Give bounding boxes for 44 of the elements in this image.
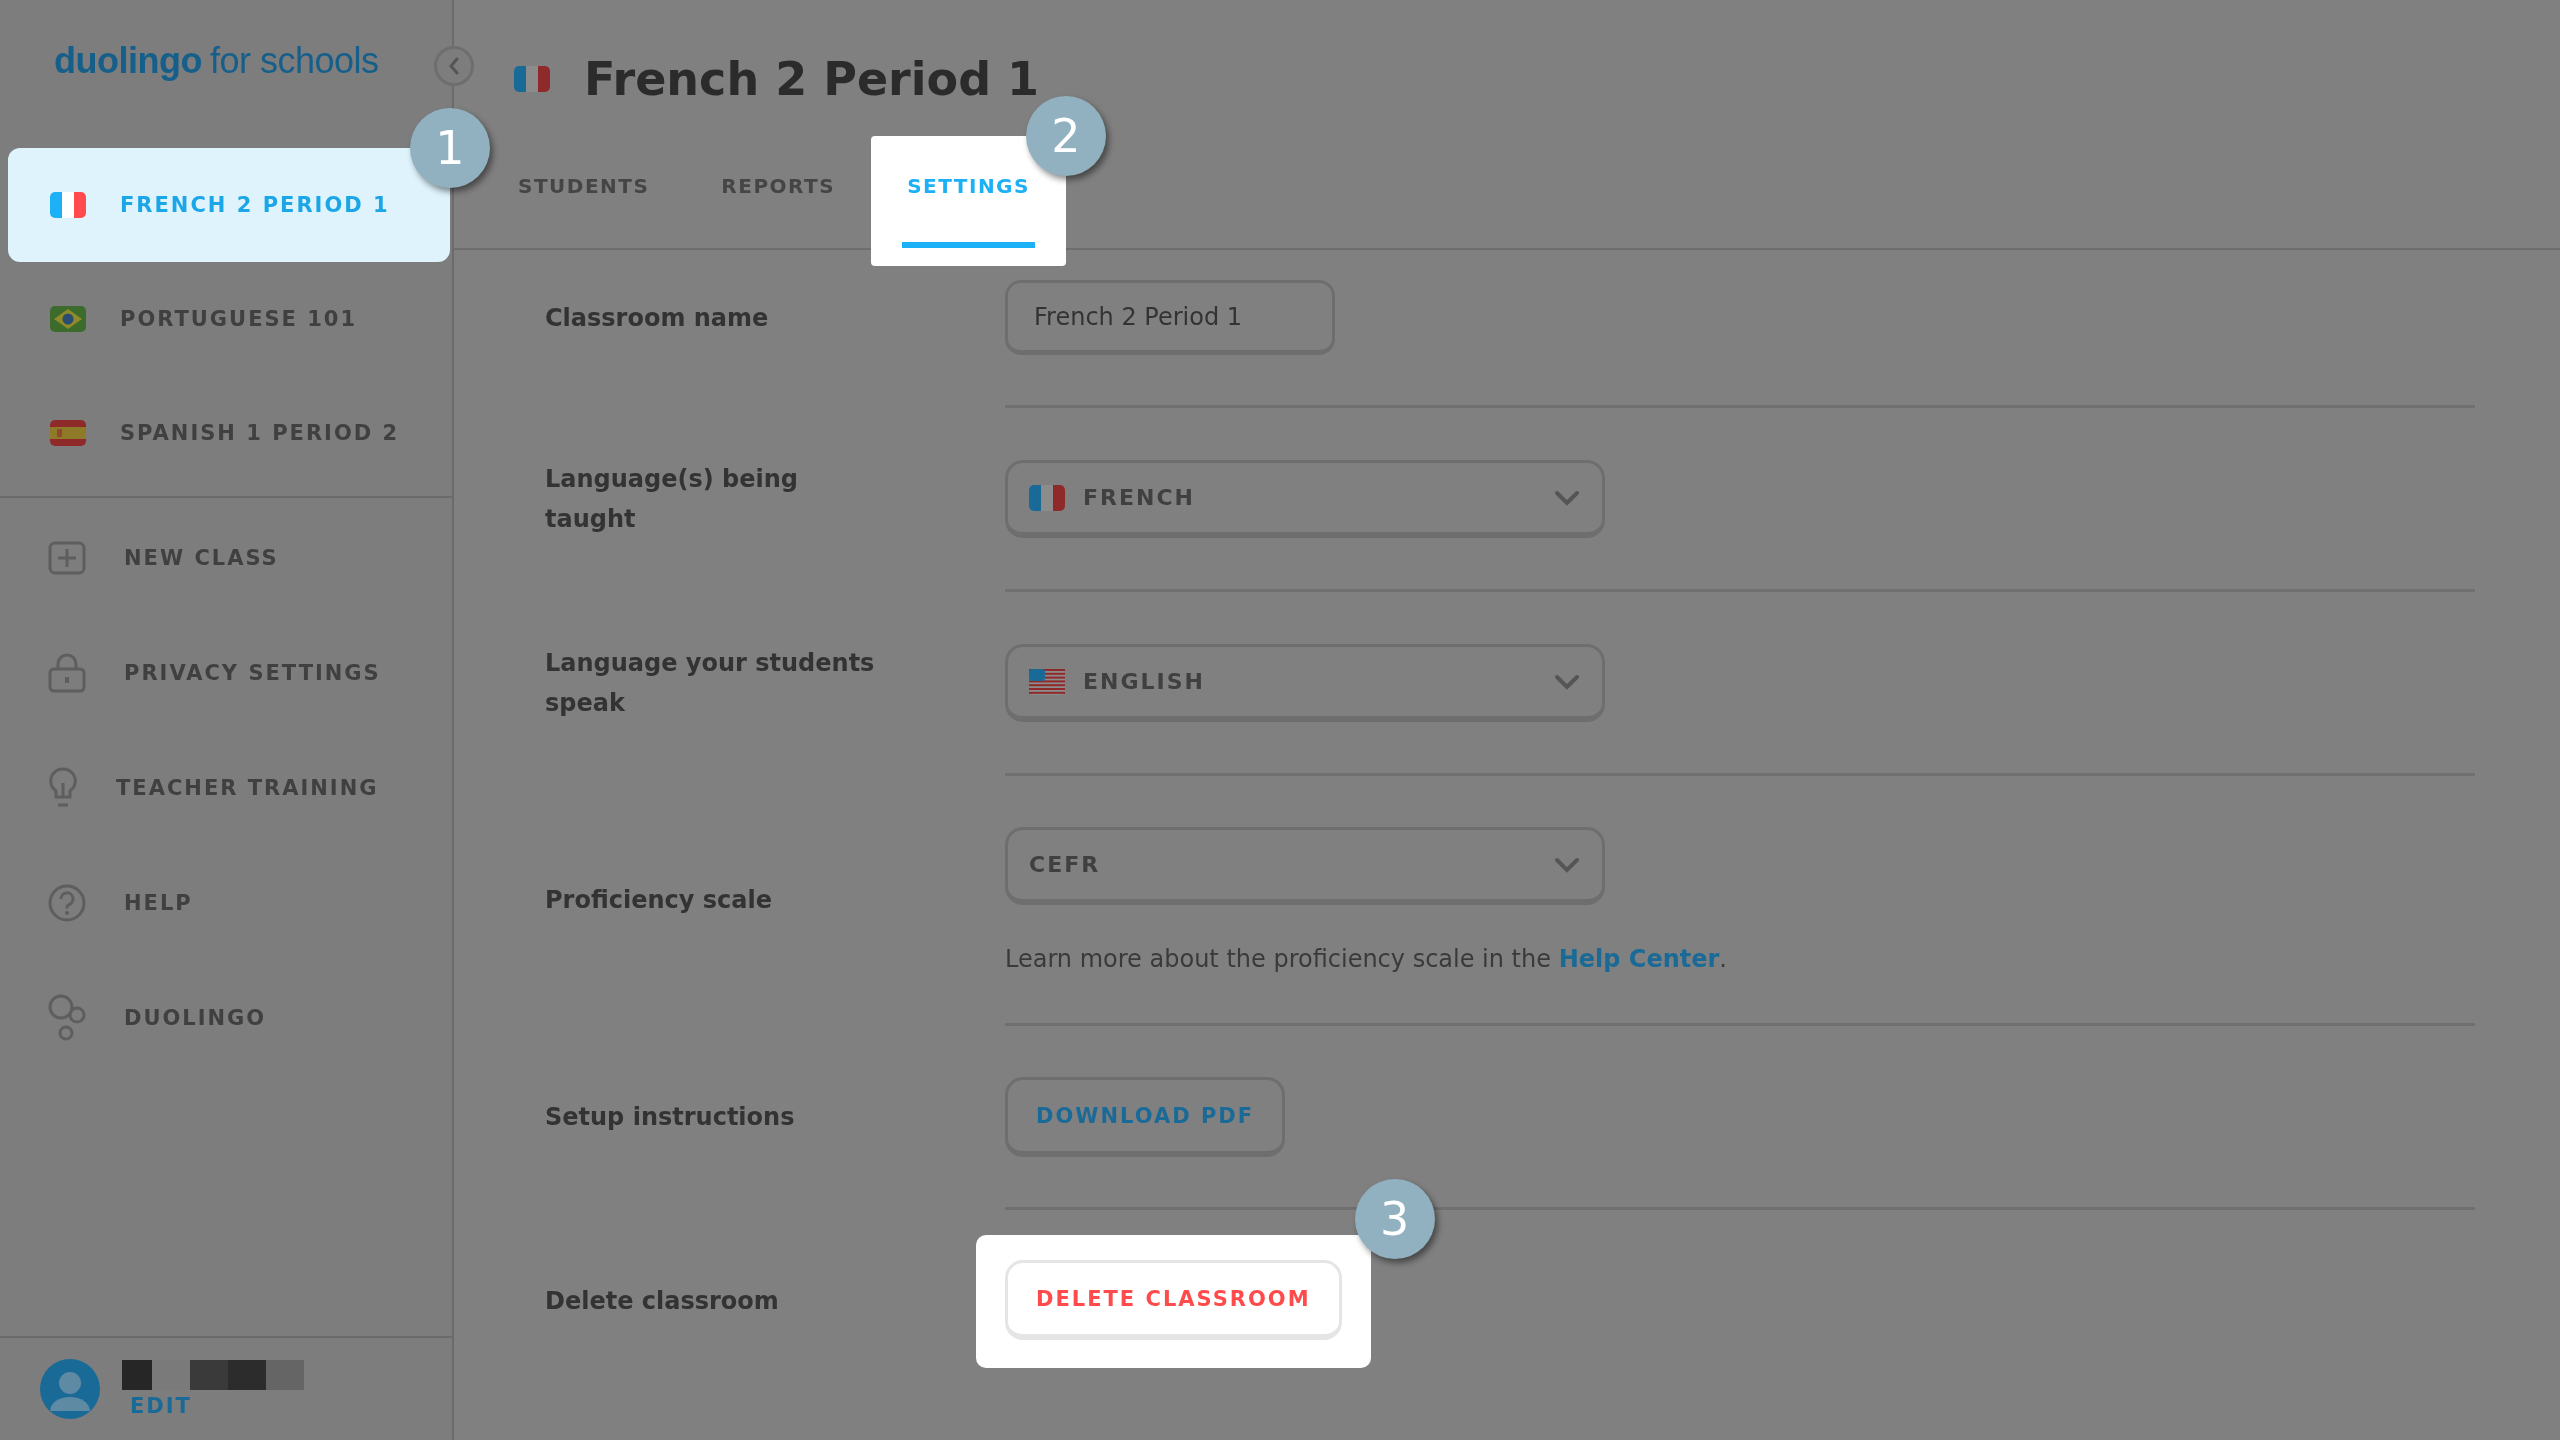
lock-icon [48,652,86,693]
collapse-button[interactable] [434,46,474,86]
edit-link[interactable]: EDIT [130,1394,304,1418]
help-center-link[interactable]: Help Center [1558,945,1720,973]
class-item[interactable]: PORTUGUESE 101 [8,262,450,376]
download-button[interactable]: DOWNLOAD PDF [1005,1077,1286,1157]
bubbles-icon [48,993,86,1042]
chevron-down-icon [1554,673,1580,690]
france-flag-icon [50,192,86,218]
text-field[interactable]: French 2 Period 1 [1005,280,1335,355]
step-badge: 3 [1354,1179,1435,1259]
delete-button[interactable]: DELETE CLASSROOM [1005,1260,1342,1340]
avatar-icon [40,1359,100,1419]
setting-label: Delete classroom [545,1285,780,1317]
spain-flag-icon [50,420,86,446]
setting-label: Language your students speak [545,648,876,719]
step-badge: 1 [410,108,490,188]
chevron-down-icon [1554,856,1580,873]
help-text: Learn more about the proficiency scale in the Help Center. [1005,945,1727,973]
dropdown[interactable]: ENGLISH [1005,644,1605,722]
lightbulb-icon [48,766,78,809]
setting-label: Classroom name [545,302,770,334]
sidebar-link[interactable]: TEACHER TRAINING [0,730,452,845]
plus-icon [48,540,86,575]
sidebar-link[interactable]: HELP [0,845,452,960]
dropdown[interactable]: CEFR [1005,827,1605,905]
france-flag-icon [514,66,550,92]
setting-label: Setup instructions [545,1102,796,1133]
duolingo-logo[interactable]: duolingo for schools [54,40,379,82]
chevron-down-icon [1554,489,1580,506]
brazil-flag-icon [50,306,86,332]
dropdown[interactable]: FRENCH [1005,460,1605,538]
sidebar-link[interactable]: PRIVACY SETTINGS [0,615,452,730]
tab[interactable]: REPORTS [685,136,872,266]
sidebar-link[interactable]: DUOLINGO [0,960,452,1075]
setting-label: Language(s) being taught [545,464,800,535]
usa-flag-icon [1029,668,1065,695]
france-flag-icon [1029,484,1065,511]
setting-label: Proficiency scale [545,885,773,916]
sidebar-link[interactable]: NEW CLASS [0,500,452,615]
chevron-left-icon [448,57,460,75]
step-badge: 2 [1025,96,1106,176]
help-icon [48,883,86,922]
class-item[interactable]: SPANISH 1 PERIOD 2 [8,376,450,490]
